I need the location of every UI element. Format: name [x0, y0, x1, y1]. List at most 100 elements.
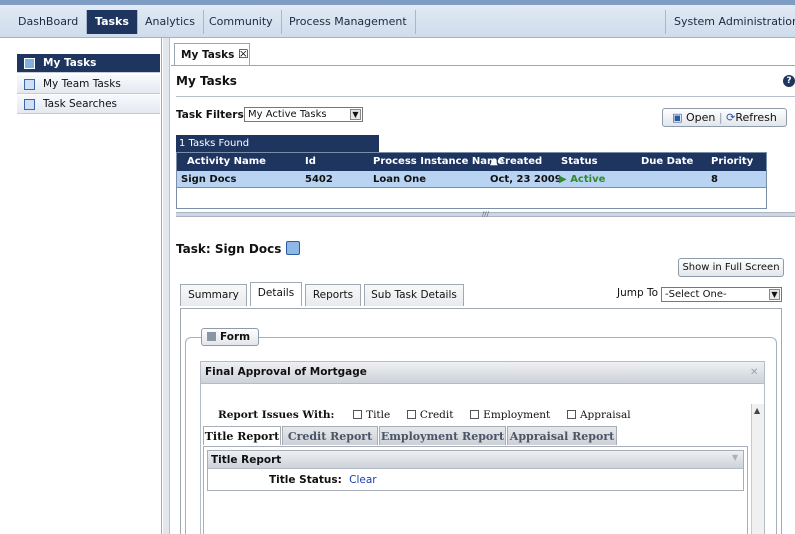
sidebar-splitter[interactable] [163, 38, 170, 534]
column-header-created[interactable]: ▲Created [490, 153, 542, 171]
tab-sub-task-details[interactable]: Sub Task Details [364, 284, 464, 306]
tab-reports[interactable]: Reports [305, 284, 361, 306]
collapse-icon [207, 332, 216, 341]
page-title: My Tasks [176, 74, 237, 88]
left-sidebar: My Tasks My Team Tasks Task Searches [0, 38, 162, 534]
close-icon[interactable]: ✕ [750, 368, 760, 378]
table-row[interactable]: Sign Docs 5402 Loan One Oct, 23 2009 ▶ A… [177, 171, 766, 188]
title-status-label: Title Status: [269, 474, 342, 486]
column-header-activity-name[interactable]: Activity Name [187, 153, 266, 171]
task-filters-label: Task Filters [176, 109, 244, 121]
tasks-found-label: 1 Tasks Found [176, 135, 379, 152]
title-report-section: Title Report ▼ Title Status: Clear [207, 450, 744, 491]
open-refresh-group: ▣ Open | ⟳Refresh [662, 108, 787, 127]
form-legend-label: Form [220, 331, 251, 343]
form-legend[interactable]: Form [201, 328, 259, 346]
column-header-priority[interactable]: Priority [711, 153, 753, 171]
play-icon: ▶ [559, 174, 567, 185]
chevron-down-icon[interactable]: ▼ [732, 453, 738, 462]
sidebar-item-task-searches[interactable]: Task Searches [17, 95, 160, 114]
cell-id: 5402 [305, 174, 333, 185]
cell-process-instance-name: Loan One [373, 174, 426, 185]
title-report-header: Title Report ▼ [208, 451, 743, 469]
scroll-up-icon[interactable]: ▲ [754, 406, 760, 415]
cell-priority: 8 [711, 174, 718, 185]
grip-marks: /// [481, 210, 490, 218]
checkbox-icon [566, 410, 576, 419]
tasks-icon [24, 58, 35, 69]
title-status-row: Title Status: Clear [269, 474, 377, 486]
final-approval-title: Final Approval of Mortgage [205, 366, 367, 378]
open-button[interactable]: ▣ Open [672, 111, 715, 124]
refresh-label: Refresh [735, 111, 777, 124]
sidebar-item-label: My Team Tasks [43, 78, 121, 90]
sidebar-item-my-team-tasks[interactable]: My Team Tasks [17, 75, 160, 94]
team-tasks-icon [24, 79, 35, 90]
task-filter-value: My Active Tasks [248, 109, 327, 120]
checkbox-appraisal-label: Appraisal [579, 409, 631, 421]
task-tabs: Summary Details Reports Sub Task Details… [180, 282, 792, 308]
tasks-grid: Activity Name Id Process Instance Name ▲… [176, 152, 767, 209]
title-report-panel: Title Report ▼ Title Status: Clear [203, 446, 748, 534]
checkbox-icon [470, 410, 480, 419]
tab-credit-report[interactable]: Credit Report [282, 426, 378, 445]
chevron-down-icon: ▼ [350, 109, 361, 120]
tab-my-tasks[interactable]: My Tasks ☒ [174, 43, 250, 65]
tab-summary[interactable]: Summary [180, 284, 247, 306]
cell-created: Oct, 23 2009 [490, 174, 562, 185]
task-filter-select[interactable]: My Active Tasks ▼ [244, 107, 363, 122]
title-report-heading: Title Report [211, 454, 282, 466]
task-calendar-icon [285, 241, 300, 255]
nav-tab-community[interactable]: Community [201, 10, 282, 34]
tab-details[interactable]: Details [250, 282, 302, 306]
report-tabs: Title Report Credit Report Employment Re… [203, 426, 643, 446]
refresh-icon: ⟳ [726, 111, 736, 124]
help-icon[interactable]: ? [783, 75, 795, 87]
checkbox-title[interactable]: Title [353, 409, 390, 421]
sidebar-item-label: My Tasks [43, 57, 97, 69]
checkbox-credit[interactable]: Credit [406, 409, 453, 421]
nav-tab-tasks[interactable]: Tasks [87, 10, 138, 34]
tab-title-report[interactable]: Title Report [203, 426, 281, 445]
show-full-screen-button[interactable]: Show in Full Screen [678, 258, 784, 277]
nav-tab-dashboard[interactable]: DashBoard [10, 10, 88, 34]
refresh-button[interactable]: ⟳Refresh [726, 111, 777, 124]
resize-splitter[interactable]: /// [176, 210, 795, 218]
report-issues-label: Report Issues With: [218, 409, 335, 421]
nav-tab-system-administration[interactable]: System Administration [665, 10, 795, 34]
open-icon: ▣ [672, 111, 683, 124]
jump-to-select[interactable]: -Select One- ▼ [661, 287, 782, 302]
main-content: My Tasks ☒ My Tasks ? Task Filters My Ac… [171, 38, 795, 534]
title-underline [176, 96, 795, 97]
report-issues-row: Report Issues With: Title Credit Employm… [218, 409, 631, 421]
button-separator: | [718, 111, 723, 124]
final-approval-panel: Final Approval of Mortgage ✕ Report Issu… [200, 361, 765, 534]
checkbox-appraisal[interactable]: Appraisal [566, 409, 631, 421]
column-header-id[interactable]: Id [305, 153, 316, 171]
tab-appraisal-report[interactable]: Appraisal Report [507, 426, 617, 445]
column-header-process-instance-name[interactable]: Process Instance Name [373, 153, 504, 171]
sidebar-item-label: Task Searches [43, 98, 118, 110]
column-header-due-date[interactable]: Due Date [641, 153, 693, 171]
nav-tab-process-management[interactable]: Process Management [281, 10, 416, 34]
tab-employment-report[interactable]: Employment Report [379, 426, 506, 445]
close-icon[interactable]: ☒ [238, 47, 249, 61]
sidebar-item-my-tasks[interactable]: My Tasks [17, 54, 160, 73]
nav-tab-analytics[interactable]: Analytics [137, 10, 204, 34]
jump-to-value: -Select One- [665, 289, 727, 300]
status-text: Active [570, 174, 606, 185]
chevron-down-icon: ▼ [769, 289, 780, 300]
search-icon [24, 99, 35, 110]
checkbox-icon [406, 410, 416, 419]
final-approval-header: Final Approval of Mortgage ✕ [201, 362, 764, 384]
form-scrollbar[interactable]: ▲ [751, 404, 764, 534]
tab-divider [171, 65, 795, 66]
checkbox-employment-label: Employment [483, 409, 551, 421]
column-header-status[interactable]: Status [561, 153, 598, 171]
checkbox-title-label: Title [366, 409, 391, 421]
cell-activity-name: Sign Docs [181, 174, 237, 185]
checkbox-employment[interactable]: Employment [470, 409, 550, 421]
checkbox-icon [353, 410, 363, 419]
tab-title: My Tasks [181, 49, 235, 61]
top-navigation: DashBoard Tasks Analytics Community Proc… [0, 0, 795, 38]
